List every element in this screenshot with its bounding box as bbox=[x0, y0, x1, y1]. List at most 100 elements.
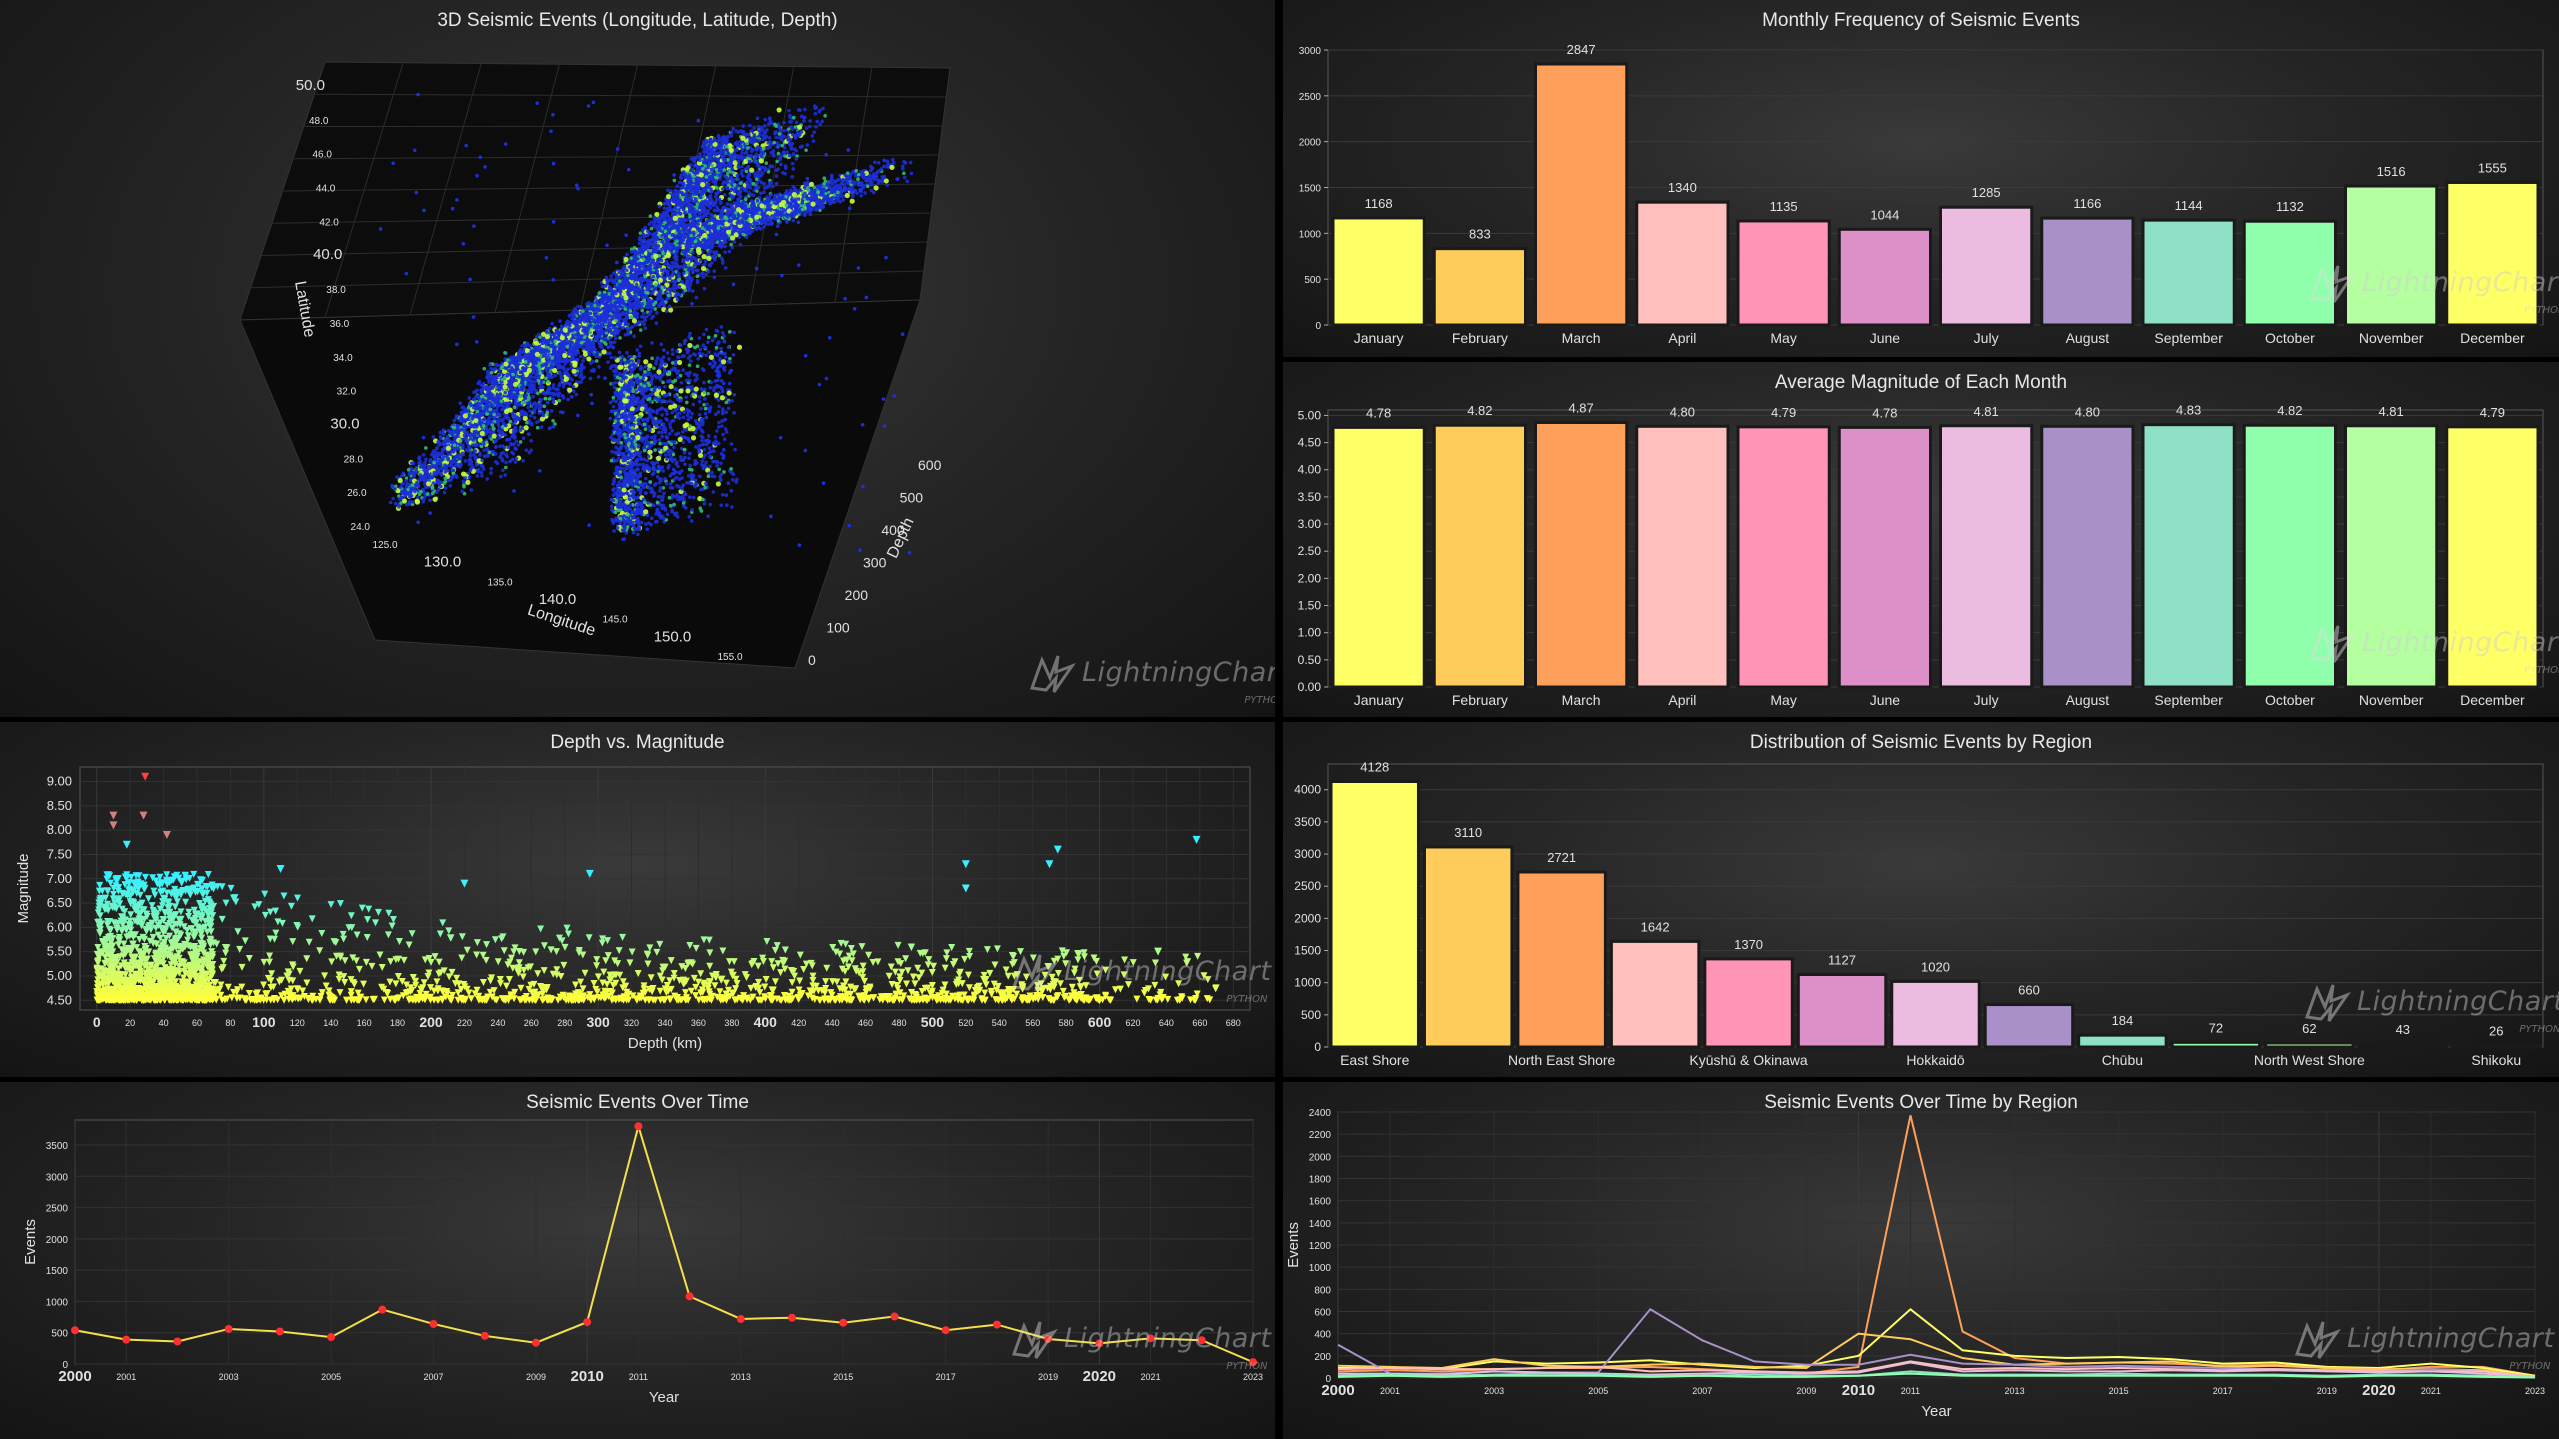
data-point bbox=[487, 378, 491, 382]
data-point bbox=[488, 407, 493, 412]
data-point bbox=[667, 304, 672, 309]
data-point bbox=[638, 231, 643, 235]
data-point bbox=[639, 278, 643, 283]
data-point bbox=[567, 339, 572, 344]
data-point bbox=[686, 263, 691, 267]
data-point bbox=[500, 458, 505, 462]
data-point bbox=[665, 252, 672, 258]
data-point bbox=[685, 270, 689, 275]
data-point bbox=[586, 314, 590, 318]
data-point bbox=[591, 359, 595, 364]
data-point bbox=[614, 291, 618, 296]
data-point bbox=[399, 496, 403, 500]
data-point bbox=[657, 290, 662, 294]
data-point bbox=[563, 376, 570, 382]
data-point bbox=[468, 413, 472, 418]
data-point bbox=[523, 371, 529, 378]
data-point bbox=[514, 378, 518, 383]
data-point bbox=[610, 304, 614, 309]
data-point bbox=[392, 487, 397, 491]
data-point bbox=[759, 191, 763, 196]
data-point bbox=[536, 379, 541, 383]
data-point bbox=[586, 356, 592, 362]
data-point bbox=[616, 297, 620, 302]
data-point bbox=[432, 496, 438, 502]
data-point bbox=[623, 256, 629, 263]
data-point bbox=[497, 435, 502, 440]
data-point bbox=[484, 426, 489, 431]
data-point bbox=[559, 335, 565, 341]
data-point bbox=[629, 284, 634, 289]
data-point bbox=[708, 263, 712, 268]
data-point bbox=[516, 403, 521, 407]
data-point bbox=[613, 301, 618, 306]
data-point bbox=[443, 476, 448, 481]
data-point bbox=[471, 438, 475, 442]
data-point bbox=[640, 291, 645, 295]
data-point bbox=[653, 240, 658, 245]
data-point bbox=[528, 409, 532, 413]
data-point bbox=[648, 214, 653, 218]
data-point bbox=[537, 332, 541, 337]
data-point bbox=[397, 477, 403, 484]
data-point bbox=[725, 202, 730, 206]
data-point bbox=[494, 444, 498, 449]
data-point bbox=[479, 390, 483, 395]
data-point bbox=[711, 255, 715, 259]
data-point bbox=[418, 476, 422, 481]
data-point bbox=[479, 430, 485, 436]
data-point bbox=[586, 306, 591, 311]
data-point bbox=[522, 367, 527, 372]
data-point bbox=[704, 272, 708, 277]
data-point bbox=[603, 294, 607, 298]
data-point bbox=[532, 386, 536, 390]
data-point bbox=[435, 446, 439, 451]
data-point bbox=[646, 301, 650, 306]
data-point bbox=[410, 500, 414, 504]
chart-3d-scatter[interactable]: 24.026.028.030.032.034.036.038.040.042.0… bbox=[0, 0, 1275, 717]
data-point bbox=[534, 405, 538, 410]
data-point bbox=[501, 468, 505, 473]
data-point bbox=[442, 432, 446, 436]
data-point bbox=[529, 414, 533, 418]
data-point bbox=[571, 320, 576, 324]
data-point bbox=[596, 314, 601, 319]
data-point bbox=[592, 352, 596, 357]
data-point bbox=[608, 327, 613, 332]
data-point bbox=[599, 342, 603, 346]
data-point bbox=[637, 271, 642, 276]
data-point bbox=[544, 334, 550, 340]
data-point bbox=[452, 430, 456, 434]
x-tick-label: 130.0 bbox=[424, 554, 462, 571]
data-point bbox=[488, 426, 493, 431]
data-point bbox=[455, 414, 459, 418]
data-point bbox=[579, 372, 584, 377]
data-point bbox=[648, 263, 653, 267]
data-point bbox=[412, 474, 417, 478]
data-point bbox=[727, 249, 732, 254]
data-point bbox=[639, 314, 644, 319]
data-point bbox=[545, 410, 550, 415]
y-tick-label: 46.0 bbox=[312, 150, 332, 161]
data-point bbox=[531, 369, 536, 373]
data-point bbox=[491, 449, 496, 454]
data-point bbox=[497, 412, 501, 416]
data-point bbox=[546, 391, 551, 395]
data-point bbox=[629, 256, 633, 260]
data-point bbox=[589, 369, 594, 373]
data-point bbox=[488, 386, 493, 391]
data-point bbox=[651, 314, 656, 319]
data-point bbox=[547, 372, 552, 376]
data-point bbox=[551, 397, 556, 402]
data-point bbox=[607, 321, 612, 325]
data-point bbox=[485, 477, 490, 481]
y-tick-label: 32.0 bbox=[337, 387, 357, 398]
data-point bbox=[503, 432, 508, 437]
data-point bbox=[467, 462, 472, 466]
data-point bbox=[516, 443, 521, 447]
z-tick-label: 300 bbox=[863, 555, 887, 571]
data-point bbox=[695, 280, 700, 285]
data-point bbox=[771, 184, 775, 189]
data-point bbox=[588, 330, 593, 335]
data-point bbox=[544, 367, 549, 372]
